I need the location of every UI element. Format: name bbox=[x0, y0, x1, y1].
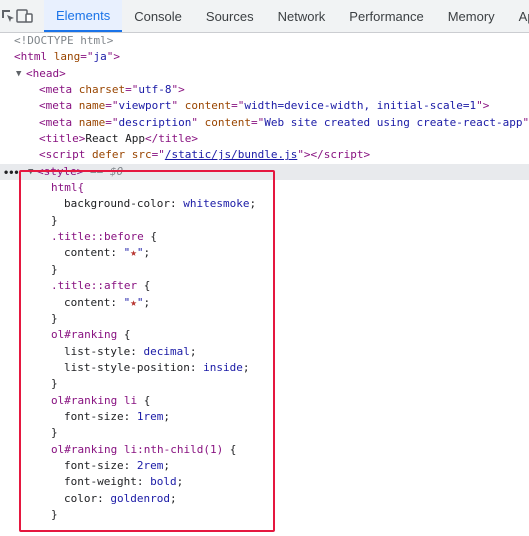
css-value: goldenrod bbox=[110, 491, 170, 505]
css-line: color: goldenrod; bbox=[64, 491, 177, 505]
css-line: .title::before { bbox=[51, 230, 157, 244]
attr-name: name bbox=[78, 99, 106, 113]
css-line: } bbox=[51, 377, 58, 391]
css-line: } bbox=[51, 426, 58, 440]
tab-network[interactable]: Network bbox=[266, 0, 338, 32]
css-property: font-size bbox=[64, 409, 124, 423]
tree-row-meta-viewport[interactable]: <meta name="viewport" content="width=dev… bbox=[0, 98, 529, 114]
inspect-element-icon[interactable] bbox=[0, 0, 16, 32]
css-value: 2rem bbox=[136, 458, 164, 472]
css-property: font-weight bbox=[64, 475, 137, 489]
css-line: .title::after { bbox=[51, 279, 151, 293]
css-value: decimal bbox=[143, 344, 190, 358]
attr-name: content bbox=[184, 99, 232, 113]
css-line: } bbox=[51, 262, 58, 276]
attr-value: viewport bbox=[118, 99, 172, 113]
css-line: content: "★"; bbox=[64, 295, 151, 309]
tab-performance[interactable]: Performance bbox=[337, 0, 435, 32]
devtools-toolbar: Elements Console Sources Network Perform… bbox=[0, 0, 529, 33]
star-glyph: ★ bbox=[130, 246, 137, 260]
more-options-icon[interactable]: ••• bbox=[4, 164, 20, 180]
tree-row-title[interactable]: <title>React App</title> bbox=[0, 131, 529, 147]
css-line: ol#ranking li { bbox=[51, 393, 151, 407]
meta-charset-attr: charset bbox=[78, 83, 126, 97]
tab-memory[interactable]: Memory bbox=[436, 0, 507, 32]
css-property: content bbox=[64, 295, 111, 309]
css-pseudo: ::before bbox=[90, 230, 144, 244]
css-property: color bbox=[64, 491, 98, 505]
css-line: content: "★"; bbox=[64, 246, 151, 260]
tab-console[interactable]: Console bbox=[122, 0, 194, 32]
css-line: } bbox=[51, 311, 58, 325]
css-property: list-style bbox=[64, 344, 131, 358]
star-glyph: ★ bbox=[130, 295, 137, 309]
css-line: list-style: decimal; bbox=[64, 344, 197, 358]
css-selector: .title bbox=[51, 279, 91, 293]
css-property: background-color bbox=[64, 197, 170, 211]
css-line: font-size: 1rem; bbox=[64, 409, 170, 423]
css-line: } bbox=[51, 213, 58, 227]
tab-application[interactable]: App bbox=[507, 0, 529, 32]
tree-row-meta-charset[interactable]: <meta charset="utf-8"> bbox=[0, 82, 529, 98]
meta-charset-value: utf-8 bbox=[138, 83, 172, 97]
html-tag-name: html bbox=[20, 50, 48, 64]
device-toolbar-icon[interactable] bbox=[16, 0, 34, 32]
title-text: React App bbox=[85, 132, 145, 146]
css-selector: ol#ranking li bbox=[51, 393, 138, 407]
html-attr-name: lang bbox=[53, 50, 81, 64]
tree-row-style-selected[interactable]: ••• ▼ <style> == $0 bbox=[0, 163, 529, 181]
script-src-link[interactable]: /static/js/bundle.js bbox=[165, 148, 297, 161]
css-value: whitesmoke bbox=[183, 197, 250, 211]
attr-value: width=device-width, initial-scale=1 bbox=[244, 99, 477, 113]
css-line: list-style-position: inside; bbox=[64, 360, 250, 374]
selected-node-marker: == $0 bbox=[89, 164, 124, 178]
css-value: inside bbox=[203, 360, 243, 374]
expand-triangle-icon[interactable]: ▼ bbox=[16, 66, 21, 82]
css-property: list-style-position bbox=[64, 360, 190, 374]
attr-name: name bbox=[78, 115, 106, 129]
css-line: font-size: 2rem; bbox=[64, 458, 170, 472]
attr-value: description bbox=[118, 115, 192, 129]
css-selector: ol#ranking bbox=[51, 328, 118, 342]
expand-triangle-icon[interactable]: ▼ bbox=[28, 164, 33, 180]
css-pseudo: ::after bbox=[90, 279, 138, 293]
css-property: font-size bbox=[64, 458, 124, 472]
tree-row-meta-description[interactable]: <meta name="description" content="Web si… bbox=[0, 115, 529, 131]
css-value: 1rem bbox=[136, 409, 164, 423]
css-property: content bbox=[64, 246, 111, 260]
css-line: ol#ranking { bbox=[51, 328, 131, 342]
css-value: bold bbox=[150, 475, 177, 489]
tab-elements[interactable]: Elements bbox=[44, 0, 123, 32]
tab-sources[interactable]: Sources bbox=[194, 0, 266, 32]
css-selector: ol#ranking li:nth-child(1) bbox=[51, 442, 224, 456]
attr-name: content bbox=[204, 115, 251, 129]
tree-row-doctype[interactable]: <!DOCTYPE html> bbox=[0, 33, 529, 49]
css-line: ol#ranking li:nth-child(1) { bbox=[51, 442, 237, 456]
elements-tree: <!DOCTYPE html> <html lang="ja"> ▼ <head… bbox=[0, 33, 529, 536]
tree-row-head[interactable]: ▼ <head> bbox=[0, 66, 529, 82]
css-line: } bbox=[51, 507, 58, 521]
css-line: html{ bbox=[0, 180, 529, 196]
html-attr-value: ja bbox=[93, 50, 107, 64]
css-line: font-weight: bold; bbox=[64, 475, 184, 489]
attr-value: Web site created using create-react-app bbox=[264, 115, 523, 129]
tree-row-html[interactable]: <html lang="ja"> bbox=[0, 49, 529, 65]
head-tag-name: head bbox=[32, 66, 60, 80]
doctype-text: <!DOCTYPE html> bbox=[14, 34, 114, 47]
css-selector: .title bbox=[51, 230, 91, 244]
css-selector: html{ bbox=[51, 181, 85, 195]
css-line: background-color: whitesmoke; bbox=[64, 197, 257, 211]
tree-row-script[interactable]: <script defer src="/static/js/bundle.js"… bbox=[0, 147, 529, 163]
